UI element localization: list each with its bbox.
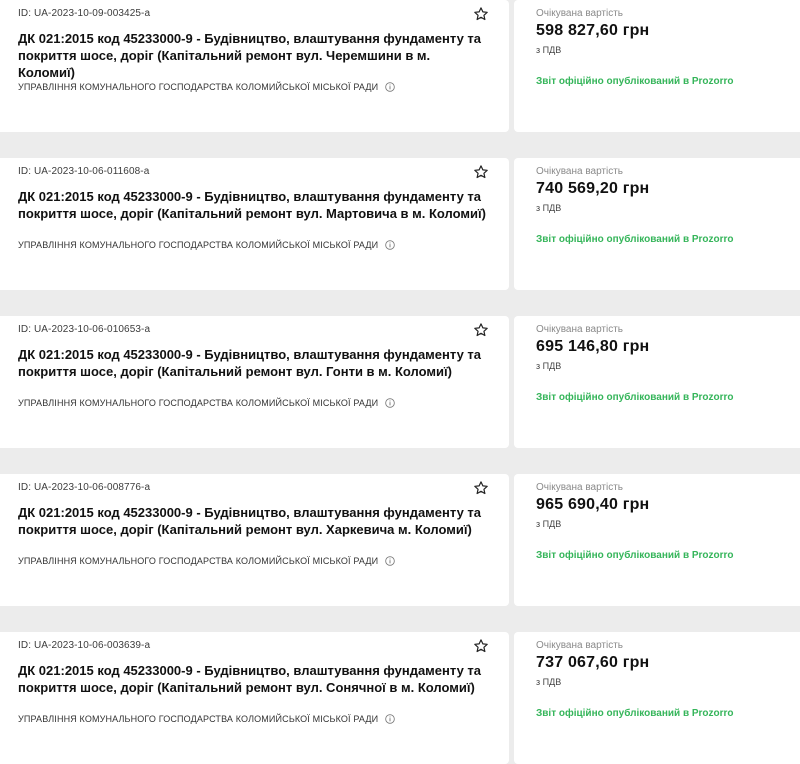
tender-title[interactable]: ДК 021:2015 код 45233000-9 - Будівництво…	[18, 346, 488, 380]
vat-note: з ПДВ	[536, 361, 562, 371]
organization-name: УПРАВЛІННЯ КОМУНАЛЬНОГО ГОСПОДАРСТВА КОЛ…	[18, 240, 379, 250]
vat-note: з ПДВ	[536, 203, 562, 213]
report-status: Звіт офіційно опублікований в Prozorro	[536, 708, 734, 719]
tender-title[interactable]: ДК 021:2015 код 45233000-9 - Будівництво…	[18, 662, 488, 696]
vat-note: з ПДВ	[536, 519, 562, 529]
info-icon[interactable]	[385, 240, 395, 250]
organization-name: УПРАВЛІННЯ КОМУНАЛЬНОГО ГОСПОДАРСТВА КОЛ…	[18, 82, 379, 92]
organization-name: УПРАВЛІННЯ КОМУНАЛЬНОГО ГОСПОДАРСТВА КОЛ…	[18, 556, 379, 566]
tender-card-main[interactable]: ID: UA-2023-10-06-010653-a ДК 021:2015 к…	[0, 316, 509, 448]
info-icon[interactable]	[385, 714, 395, 724]
report-status: Звіт офіційно опублікований в Prozorro	[536, 76, 734, 87]
star-icon[interactable]	[473, 6, 489, 22]
tender-row: ID: UA-2023-10-06-010653-a ДК 021:2015 к…	[0, 316, 800, 448]
tender-card-main[interactable]: ID: UA-2023-10-09-003425-a ДК 021:2015 к…	[0, 0, 509, 132]
tender-id: ID: UA-2023-10-06-008776-a	[18, 482, 151, 493]
info-icon[interactable]	[385, 556, 395, 566]
tender-row: ID: UA-2023-10-06-008776-a ДК 021:2015 к…	[0, 474, 800, 606]
star-icon[interactable]	[473, 322, 489, 338]
info-icon[interactable]	[385, 398, 395, 408]
expected-value-label: Очікувана вартість	[536, 166, 624, 177]
tender-card-price: Очікувана вартість 965 690,40 грн з ПДВ …	[514, 474, 800, 606]
expected-value-label: Очікувана вартість	[536, 324, 624, 335]
vat-note: з ПДВ	[536, 45, 562, 55]
tender-card-main[interactable]: ID: UA-2023-10-06-011608-a ДК 021:2015 к…	[0, 158, 509, 290]
star-icon[interactable]	[473, 480, 489, 496]
tender-row: ID: UA-2023-10-06-003639-a ДК 021:2015 к…	[0, 632, 800, 764]
tender-list: ID: UA-2023-10-09-003425-a ДК 021:2015 к…	[0, 0, 800, 764]
tender-card-price: Очікувана вартість 598 827,60 грн з ПДВ …	[514, 0, 800, 132]
tender-card-main[interactable]: ID: UA-2023-10-06-003639-a ДК 021:2015 к…	[0, 632, 509, 764]
expected-value: 598 827,60 грн	[536, 22, 650, 39]
expected-value: 737 067,60 грн	[536, 654, 650, 671]
expected-value: 740 569,20 грн	[536, 180, 650, 197]
tender-organization: УПРАВЛІННЯ КОМУНАЛЬНОГО ГОСПОДАРСТВА КОЛ…	[18, 556, 395, 566]
tender-card-price: Очікувана вартість 737 067,60 грн з ПДВ …	[514, 632, 800, 764]
expected-value: 965 690,40 грн	[536, 496, 650, 513]
tender-card-main[interactable]: ID: UA-2023-10-06-008776-a ДК 021:2015 к…	[0, 474, 509, 606]
info-icon[interactable]	[385, 82, 395, 92]
tender-card-price: Очікувана вартість 740 569,20 грн з ПДВ …	[514, 158, 800, 290]
organization-name: УПРАВЛІННЯ КОМУНАЛЬНОГО ГОСПОДАРСТВА КОЛ…	[18, 398, 379, 408]
tender-organization: УПРАВЛІННЯ КОМУНАЛЬНОГО ГОСПОДАРСТВА КОЛ…	[18, 398, 395, 408]
star-icon[interactable]	[473, 164, 489, 180]
organization-name: УПРАВЛІННЯ КОМУНАЛЬНОГО ГОСПОДАРСТВА КОЛ…	[18, 714, 379, 724]
tender-organization: УПРАВЛІННЯ КОМУНАЛЬНОГО ГОСПОДАРСТВА КОЛ…	[18, 714, 395, 724]
vat-note: з ПДВ	[536, 677, 562, 687]
tender-title[interactable]: ДК 021:2015 код 45233000-9 - Будівництво…	[18, 30, 488, 81]
tender-organization: УПРАВЛІННЯ КОМУНАЛЬНОГО ГОСПОДАРСТВА КОЛ…	[18, 82, 395, 92]
tender-id: ID: UA-2023-10-06-011608-a	[18, 166, 150, 177]
tender-id: ID: UA-2023-10-09-003425-a	[18, 8, 151, 19]
tender-card-price: Очікувана вартість 695 146,80 грн з ПДВ …	[514, 316, 800, 448]
tender-row: ID: UA-2023-10-09-003425-a ДК 021:2015 к…	[0, 0, 800, 132]
tender-title[interactable]: ДК 021:2015 код 45233000-9 - Будівництво…	[18, 504, 488, 538]
expected-value-label: Очікувана вартість	[536, 640, 624, 651]
expected-value-label: Очікувана вартість	[536, 8, 624, 19]
tender-id: ID: UA-2023-10-06-010653-a	[18, 324, 151, 335]
star-icon[interactable]	[473, 638, 489, 654]
report-status: Звіт офіційно опублікований в Prozorro	[536, 392, 734, 403]
tender-id: ID: UA-2023-10-06-003639-a	[18, 640, 151, 651]
tender-organization: УПРАВЛІННЯ КОМУНАЛЬНОГО ГОСПОДАРСТВА КОЛ…	[18, 240, 395, 250]
tender-row: ID: UA-2023-10-06-011608-a ДК 021:2015 к…	[0, 158, 800, 290]
report-status: Звіт офіційно опублікований в Prozorro	[536, 550, 734, 561]
expected-value: 695 146,80 грн	[536, 338, 650, 355]
expected-value-label: Очікувана вартість	[536, 482, 624, 493]
tender-title[interactable]: ДК 021:2015 код 45233000-9 - Будівництво…	[18, 188, 488, 222]
report-status: Звіт офіційно опублікований в Prozorro	[536, 234, 734, 245]
